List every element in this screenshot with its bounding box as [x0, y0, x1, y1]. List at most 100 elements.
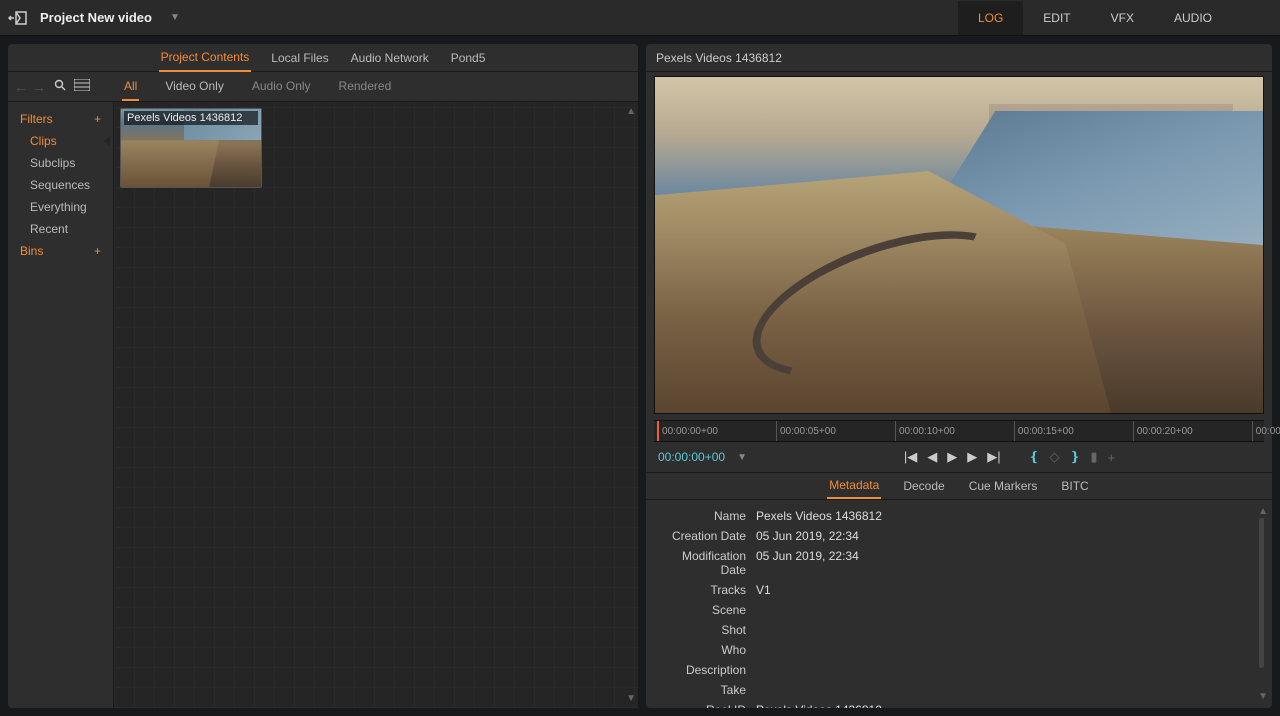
filter-tabs: All Video Only Audio Only Rendered: [122, 73, 393, 101]
workspace: Project Contents Local Files Audio Netwo…: [0, 36, 1280, 716]
metadata-label: Scene: [660, 603, 746, 617]
ruler-mark: 00:00: [1252, 421, 1280, 441]
metadata-row: Reel ID Pexels Videos 1436812: [660, 700, 1258, 708]
add-bin-icon[interactable]: +: [94, 244, 101, 258]
bins-header[interactable]: Bins +: [12, 240, 109, 262]
tab-cue-markers[interactable]: Cue Markers: [967, 474, 1040, 498]
filter-all[interactable]: All: [122, 73, 139, 101]
scroll-down-icon[interactable]: ▼: [626, 693, 636, 704]
timecode-dropdown-icon[interactable]: ▼: [737, 452, 747, 463]
ruler-mark: 00:00:15+00: [1014, 421, 1074, 441]
metadata-row: Shot: [660, 620, 1258, 640]
mark-out-icon[interactable]: ❵: [1069, 449, 1080, 465]
tab-local-files[interactable]: Local Files: [269, 45, 330, 71]
playback-bar: 00:00:00+00 ▼ |◀ ◀ ▶ ▶ ▶| ❴ ◇ ❵ ▮ +: [646, 442, 1272, 472]
clip-grid[interactable]: Pexels Videos 1436812 ▲ ▼: [113, 102, 638, 708]
sidebar-item-sequences[interactable]: Sequences: [12, 174, 109, 196]
clip-label: Pexels Videos 1436812: [124, 111, 258, 125]
metadata-panel: NamePexels Videos 1436812 Creation Date 05…: [646, 500, 1272, 708]
view-mode-icon[interactable]: [74, 79, 90, 94]
tab-vfx[interactable]: VFX: [1091, 1, 1154, 35]
sidebar-item-everything[interactable]: Everything: [12, 196, 109, 218]
sidebar-item-recent[interactable]: Recent: [12, 218, 109, 240]
tab-log[interactable]: LOG: [958, 1, 1023, 35]
clear-marks-icon[interactable]: ◇: [1049, 449, 1059, 465]
mark-in-icon[interactable]: ❴: [1029, 449, 1040, 465]
metadata-row: Modification Date 05 Jun 2019, 22:34: [660, 546, 1258, 580]
topbar: Project New video ▼ LOG EDIT VFX AUDIO: [0, 0, 1280, 36]
metadata-value[interactable]: Pexels Videos 1436812: [756, 703, 882, 708]
tab-bitc[interactable]: BITC: [1059, 474, 1090, 498]
metadata-label: Modification Date: [660, 549, 746, 577]
ruler-mark: 00:00:05+00: [776, 421, 836, 441]
metadata-label: Creation Date: [660, 529, 746, 543]
tab-audio[interactable]: AUDIO: [1154, 1, 1232, 35]
filters-header[interactable]: Filters +: [12, 108, 109, 130]
metadata-label: Tracks: [660, 583, 746, 597]
add-filter-icon[interactable]: +: [94, 112, 101, 126]
filter-rendered[interactable]: Rendered: [337, 73, 394, 101]
add-icon[interactable]: +: [1108, 450, 1116, 465]
prev-frame-icon[interactable]: ◀: [927, 449, 937, 465]
nav-forward-icon[interactable]: →: [32, 79, 46, 95]
ruler-mark: 00:00:00+00: [657, 421, 718, 441]
search-icon[interactable]: [54, 79, 66, 94]
next-frame-icon[interactable]: ▶: [967, 449, 977, 465]
main-tabs: LOG EDIT VFX AUDIO: [958, 1, 1232, 35]
timeline-ruler[interactable]: 00:00:00+00 00:00:05+00 00:00:10+00 00:0…: [654, 420, 1264, 442]
metadata-value[interactable]: 05 Jun 2019, 22:34: [756, 549, 859, 577]
metadata-value[interactable]: 05 Jun 2019, 22:34: [756, 529, 859, 543]
metadata-label: Shot: [660, 623, 746, 637]
tab-audio-network[interactable]: Audio Network: [349, 45, 431, 71]
app-icon[interactable]: [8, 10, 28, 26]
preview-viewer[interactable]: [654, 76, 1264, 414]
filter-video-only[interactable]: Video Only: [163, 73, 225, 101]
tab-edit[interactable]: EDIT: [1023, 1, 1090, 35]
tab-pond5[interactable]: Pond5: [449, 45, 488, 71]
metadata-row: Scene: [660, 600, 1258, 620]
tab-decode[interactable]: Decode: [901, 474, 946, 498]
meta-scrollbar[interactable]: [1259, 518, 1264, 668]
content-area: Filters + Clips Subclips Sequences Every…: [8, 102, 638, 708]
project-dropdown-icon[interactable]: ▼: [170, 12, 180, 23]
filters-label: Filters: [20, 112, 53, 126]
metadata-row: Tracks V1: [660, 580, 1258, 600]
play-icon[interactable]: ▶: [947, 449, 957, 465]
timecode-display[interactable]: 00:00:00+00: [658, 450, 725, 464]
tab-project-contents[interactable]: Project Contents: [159, 44, 252, 72]
filter-audio-only[interactable]: Audio Only: [250, 73, 313, 101]
metadata-row: Creation Date 05 Jun 2019, 22:34: [660, 526, 1258, 546]
metadata-label: Description: [660, 663, 746, 677]
nav-back-icon[interactable]: ←: [14, 79, 28, 95]
left-panel: Project Contents Local Files Audio Netwo…: [8, 44, 638, 708]
metadata-row: Description: [660, 660, 1258, 680]
sidebar: Filters + Clips Subclips Sequences Every…: [8, 102, 113, 708]
scroll-up-icon[interactable]: ▲: [626, 106, 636, 117]
metadata-value[interactable]: Pexels Videos 1436812: [756, 509, 882, 523]
metadata-tabs: Metadata Decode Cue Markers BITC: [646, 472, 1272, 500]
ruler-mark: 00:00:10+00: [895, 421, 955, 441]
right-panel: Pexels Videos 1436812 00:00:00+00 00:00:…: [646, 44, 1272, 708]
tab-metadata[interactable]: Metadata: [827, 473, 881, 499]
topbar-left: Project New video ▼: [8, 10, 958, 26]
metadata-value[interactable]: V1: [756, 583, 771, 597]
preview-title: Pexels Videos 1436812: [646, 44, 1272, 72]
meta-scroll-down-icon[interactable]: ▼: [1258, 691, 1268, 702]
preview-area: [646, 72, 1272, 418]
nav-arrows: ← →: [14, 79, 46, 95]
goto-end-icon[interactable]: ▶|: [987, 449, 1000, 465]
meta-scroll-up-icon[interactable]: ▲: [1258, 506, 1268, 517]
sidebar-item-clips[interactable]: Clips: [12, 130, 109, 152]
clip-thumbnail[interactable]: Pexels Videos 1436812: [120, 108, 262, 188]
sidebar-item-subclips[interactable]: Subclips: [12, 152, 109, 174]
bins-label: Bins: [20, 244, 43, 258]
metadata-label: Reel ID: [660, 703, 746, 708]
playback-controls: |◀ ◀ ▶ ▶ ▶| ❴ ◇ ❵ ▮ +: [904, 449, 1115, 465]
project-title[interactable]: Project New video: [40, 10, 152, 25]
metadata-row: Take: [660, 680, 1258, 700]
metadata-row: NamePexels Videos 1436812: [660, 506, 1258, 526]
add-marker-icon[interactable]: ▮: [1090, 449, 1097, 465]
toolbar-row: ← → All Video Only Audio Only Rendered: [8, 72, 638, 102]
goto-start-icon[interactable]: |◀: [904, 449, 917, 465]
metadata-row: Who: [660, 640, 1258, 660]
